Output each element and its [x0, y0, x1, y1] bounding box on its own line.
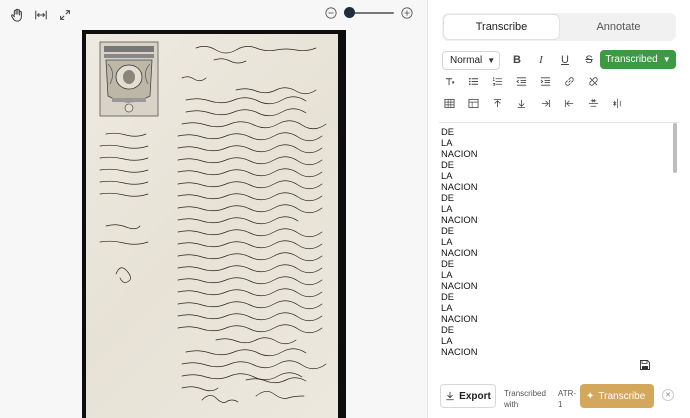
model-name: ATR-1: [558, 389, 577, 409]
text-line[interactable]: LA: [441, 269, 679, 280]
text-line[interactable]: DE: [441, 258, 679, 269]
format-toolbar-row-2: [442, 74, 610, 88]
hand-icon[interactable]: [8, 6, 26, 24]
document-viewer: [0, 0, 428, 418]
text-line[interactable]: NACION: [441, 247, 679, 258]
status-label: Transcribed: [605, 54, 658, 65]
zoom-slider-thumb[interactable]: [344, 7, 355, 18]
fit-width-icon[interactable]: [32, 6, 50, 24]
tab-annotate[interactable]: Annotate: [561, 13, 676, 41]
text-style-value: Normal: [450, 54, 483, 66]
zoom-slider[interactable]: [344, 6, 394, 20]
outdent-icon[interactable]: [514, 74, 528, 88]
text-line[interactable]: DE: [441, 192, 679, 203]
numbered-list-icon[interactable]: [490, 74, 504, 88]
table-toolbar: [442, 96, 634, 110]
table-icon[interactable]: [442, 96, 456, 110]
export-button[interactable]: Export: [440, 384, 496, 408]
expand-icon[interactable]: [56, 6, 74, 24]
text-line[interactable]: NACION: [441, 148, 679, 159]
zoom-out-icon[interactable]: [324, 6, 338, 20]
close-icon[interactable]: ✕: [662, 389, 674, 401]
chevron-down-icon: ▼: [662, 55, 671, 64]
insert-column-right-icon[interactable]: [538, 96, 552, 110]
transcription-panel: Transcribe Annotate Normal ▼ B I U S Tra…: [428, 0, 690, 418]
text-line[interactable]: LA: [441, 137, 679, 148]
app-window: Transcribe Annotate Normal ▼ B I U S Tra…: [0, 0, 690, 418]
transcribe-button-label: Transcribe: [598, 390, 646, 402]
panel-tabs: Transcribe Annotate: [442, 13, 676, 41]
transcribed-with-label: Transcribed with: [504, 389, 546, 409]
panel-footer: Export Transcribed with ATR-1 ✦ Transcri…: [440, 384, 688, 410]
save-icon[interactable]: [639, 359, 651, 371]
indent-icon[interactable]: [538, 74, 552, 88]
text-style-select[interactable]: Normal ▼: [442, 50, 500, 70]
clear-format-icon[interactable]: [442, 74, 456, 88]
text-line[interactable]: LA: [441, 236, 679, 247]
transcription-text[interactable]: DE LA NACION DE LA NACION DE LA NACION DE LA NACION…: [439, 123, 679, 357]
transcribe-button[interactable]: ✦ Transcribe: [580, 384, 654, 408]
insert-column-left-icon[interactable]: [562, 96, 576, 110]
bold-icon[interactable]: B: [510, 53, 524, 67]
download-icon: [446, 391, 454, 401]
text-line[interactable]: LA: [441, 203, 679, 214]
delete-table-icon[interactable]: [466, 96, 480, 110]
transcription-editor[interactable]: DE LA NACION DE LA NACION DE LA NACION DE LA NACION…: [439, 122, 679, 380]
text-line[interactable]: DE: [441, 324, 679, 335]
link-icon[interactable]: [562, 74, 576, 88]
handwritten-manuscript-image: [99, 41, 327, 403]
unlink-icon[interactable]: [586, 74, 600, 88]
text-line[interactable]: LA: [441, 170, 679, 181]
insert-row-above-icon[interactable]: [490, 96, 504, 110]
text-line[interactable]: NACION: [441, 280, 679, 291]
delete-row-icon[interactable]: [586, 96, 600, 110]
text-line[interactable]: NACION: [441, 214, 679, 225]
text-line[interactable]: DE: [441, 126, 679, 137]
chevron-down-icon: ▼: [487, 55, 496, 65]
text-line[interactable]: DE: [441, 159, 679, 170]
tab-transcribe[interactable]: Transcribe: [444, 15, 559, 39]
text-line[interactable]: LA: [441, 335, 679, 346]
text-line[interactable]: DE: [441, 291, 679, 302]
editor-scrollbar[interactable]: [673, 123, 677, 173]
document-page-image[interactable]: [86, 34, 338, 418]
text-line[interactable]: NACION: [441, 313, 679, 324]
text-line[interactable]: DE: [441, 225, 679, 236]
viewer-toolbar: [0, 0, 428, 30]
underline-icon[interactable]: U: [558, 53, 572, 67]
zoom-in-icon[interactable]: [400, 6, 414, 20]
zoom-control: [324, 6, 414, 20]
document-frame: [82, 30, 346, 418]
italic-icon[interactable]: I: [534, 53, 548, 67]
stamp-seal: [99, 41, 159, 117]
text-line[interactable]: NACION: [441, 181, 679, 192]
delete-column-icon[interactable]: [610, 96, 624, 110]
insert-row-below-icon[interactable]: [514, 96, 528, 110]
strikethrough-icon[interactable]: S: [582, 53, 596, 67]
sparkle-icon: ✦: [586, 390, 595, 402]
text-line[interactable]: LA: [441, 302, 679, 313]
bullet-list-icon[interactable]: [466, 74, 480, 88]
format-toolbar: Normal ▼ B I U S Transcribed ▼: [442, 50, 676, 70]
export-label: Export: [459, 390, 491, 402]
text-line[interactable]: NACION: [441, 346, 679, 357]
transcription-status-button[interactable]: Transcribed ▼: [600, 50, 676, 69]
